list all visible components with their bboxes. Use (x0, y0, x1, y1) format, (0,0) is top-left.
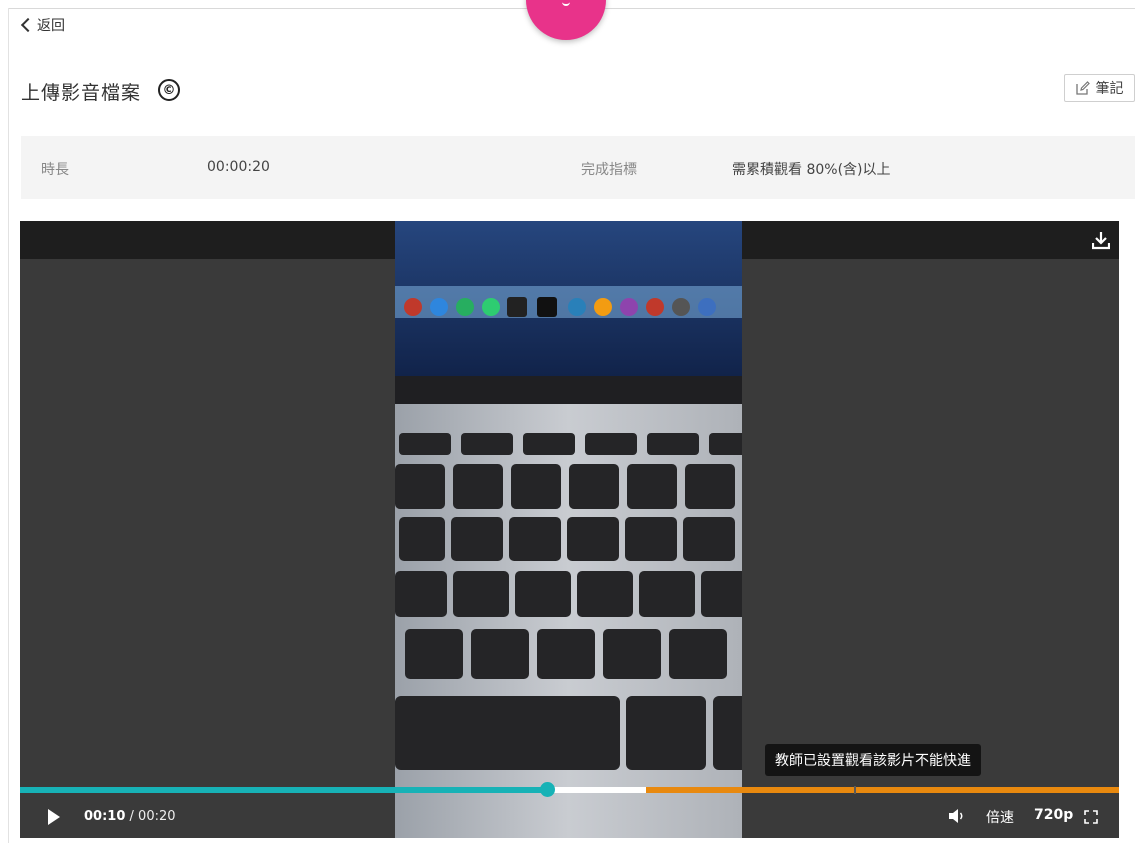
copyright-icon[interactable]: © (158, 79, 180, 101)
quality-button[interactable]: 720p (1034, 807, 1073, 823)
floating-assistant-button[interactable] (526, 0, 606, 40)
duration-value: 00:00:20 (207, 159, 270, 175)
current-time: 00:10 (84, 809, 126, 824)
chevron-left-icon (20, 17, 36, 33)
speed-button[interactable]: 倍速 (986, 807, 1014, 827)
total-time: 00:20 (138, 809, 176, 824)
player-controls: 00:10 / 00:20 倍速 720p (20, 796, 1119, 838)
play-icon[interactable] (48, 809, 60, 825)
video-content (395, 221, 742, 838)
time-readout: 00:10 / 00:20 (84, 809, 176, 824)
notes-button[interactable]: 筆記 (1064, 74, 1135, 102)
left-divider (8, 8, 9, 843)
fullscreen-icon[interactable] (1084, 810, 1098, 824)
progress-played (20, 787, 548, 793)
video-info-bar: 時長 00:00:20 完成指標 需累積觀看 80%(含)以上 (21, 136, 1135, 199)
progress-marker (854, 786, 856, 794)
time-separator: / (125, 809, 139, 824)
completion-label: 完成指標 (581, 162, 637, 178)
video-frame[interactable] (395, 221, 742, 838)
smile-icon (562, 2, 570, 6)
back-link[interactable]: 返回 (20, 15, 65, 35)
video-player[interactable]: 教師已設置觀看該影片不能快進 00:10 / 00:20 倍速 720p (20, 221, 1119, 838)
page-title: 上傳影音檔案 (21, 82, 142, 104)
duration-label: 時長 (41, 162, 69, 178)
progress-handle[interactable] (539, 782, 555, 797)
progress-bar[interactable] (20, 782, 1119, 797)
fast-forward-disabled-tooltip: 教師已設置觀看該影片不能快進 (765, 744, 981, 776)
notes-label: 筆記 (1095, 81, 1124, 97)
download-icon[interactable] (1092, 230, 1110, 250)
progress-buffered (547, 787, 647, 793)
back-label: 返回 (37, 18, 65, 34)
completion-value: 需累積觀看 80%(含)以上 (732, 162, 891, 178)
volume-icon[interactable] (948, 808, 966, 824)
edit-icon (1075, 81, 1090, 95)
